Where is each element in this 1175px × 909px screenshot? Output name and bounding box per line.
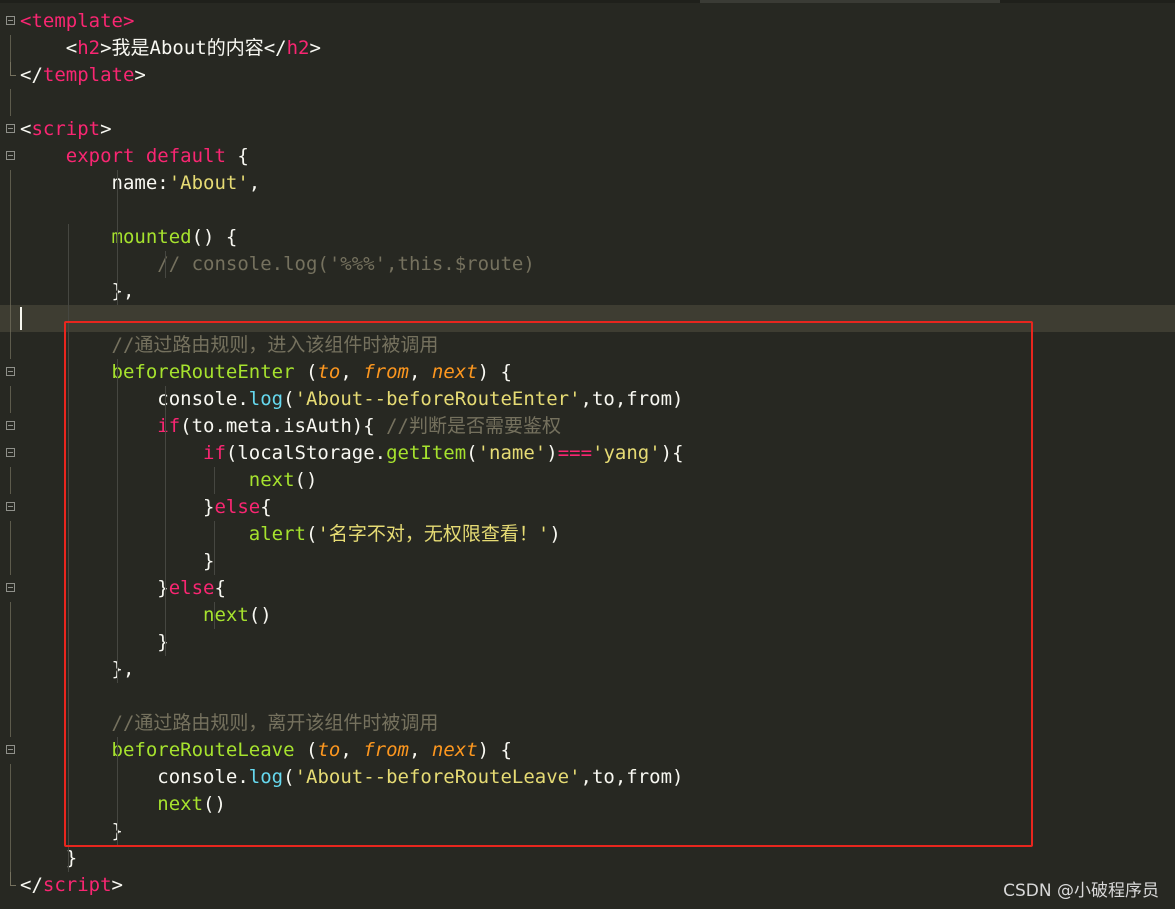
code-token: { bbox=[225, 145, 249, 167]
code-token: h2 bbox=[77, 37, 101, 59]
code-token: template bbox=[31, 10, 123, 32]
indent-guide bbox=[116, 170, 118, 305]
fold-line-marker bbox=[10, 278, 11, 305]
fold-toggle-icon[interactable] bbox=[6, 16, 15, 25]
code-text: mounted() { bbox=[20, 224, 238, 251]
code-token: < bbox=[20, 118, 32, 140]
fold-line-marker bbox=[10, 89, 11, 116]
code-line[interactable] bbox=[0, 197, 1175, 224]
code-text: <script> bbox=[20, 116, 112, 143]
code-line[interactable]: <h2>我是About的内容</h2> bbox=[0, 35, 1175, 62]
fold-line-marker bbox=[10, 386, 11, 413]
code-line[interactable] bbox=[0, 89, 1175, 116]
fold-line-marker bbox=[10, 818, 11, 845]
fold-line-marker bbox=[10, 845, 11, 872]
fold-line-marker bbox=[10, 629, 11, 656]
code-text: <template> bbox=[20, 8, 134, 35]
fold-line-marker bbox=[10, 602, 11, 629]
fold-line-marker bbox=[10, 710, 11, 737]
fold-end-marker bbox=[10, 872, 16, 886]
code-token: > bbox=[134, 64, 146, 86]
fold-line-marker bbox=[10, 764, 11, 791]
indent-guide bbox=[165, 251, 167, 278]
fold-line-marker bbox=[10, 467, 11, 494]
code-token: h2 bbox=[286, 37, 310, 59]
code-token: template bbox=[42, 64, 135, 86]
code-token: >我是About的内容</ bbox=[100, 37, 287, 59]
code-line[interactable]: export default { bbox=[0, 143, 1175, 170]
code-token: > bbox=[309, 37, 321, 59]
code-text: </script> bbox=[20, 872, 123, 899]
code-token: </ bbox=[20, 64, 43, 86]
code-line[interactable]: }, bbox=[0, 278, 1175, 305]
fold-toggle-icon[interactable] bbox=[6, 502, 15, 511]
code-line[interactable]: </template> bbox=[0, 62, 1175, 89]
code-token: 'About' bbox=[168, 172, 249, 194]
code-text: </template> bbox=[20, 62, 146, 89]
code-text: export default { bbox=[20, 143, 249, 170]
code-token: name: bbox=[20, 172, 169, 194]
fold-line-marker bbox=[10, 35, 11, 62]
fold-toggle-icon[interactable] bbox=[6, 124, 15, 133]
code-token: < bbox=[20, 37, 78, 59]
code-line[interactable]: <template> bbox=[0, 8, 1175, 35]
watermark: CSDN @小破程序员 bbox=[1003, 881, 1159, 901]
code-line[interactable]: mounted() { bbox=[0, 224, 1175, 251]
fold-line-marker bbox=[10, 170, 11, 197]
code-token: > bbox=[100, 118, 112, 140]
text-caret bbox=[20, 307, 22, 330]
fold-line-marker bbox=[10, 224, 11, 251]
fold-line-marker bbox=[10, 251, 11, 278]
code-line[interactable]: </script> bbox=[0, 872, 1175, 899]
code-token: // console.log('%%%',this.$route) bbox=[157, 253, 535, 275]
fold-line-marker bbox=[10, 332, 11, 359]
code-token: script bbox=[42, 874, 112, 896]
fold-toggle-icon[interactable] bbox=[6, 583, 15, 592]
fold-line-marker bbox=[10, 197, 11, 224]
fold-line-marker bbox=[10, 521, 11, 548]
code-token: , bbox=[248, 172, 261, 194]
fold-toggle-icon[interactable] bbox=[6, 367, 15, 376]
code-token: > bbox=[122, 10, 135, 32]
code-text: name:'About', bbox=[20, 170, 261, 197]
fold-line-marker bbox=[10, 656, 11, 683]
code-token: script bbox=[31, 118, 101, 140]
code-line[interactable]: // console.log('%%%',this.$route) bbox=[0, 251, 1175, 278]
code-line[interactable]: <script> bbox=[0, 116, 1175, 143]
fold-line-marker bbox=[10, 548, 11, 575]
code-token: () { bbox=[191, 226, 238, 248]
fold-toggle-icon[interactable] bbox=[6, 745, 15, 754]
code-token: </ bbox=[20, 874, 43, 896]
fold-toggle-icon[interactable] bbox=[6, 448, 15, 457]
code-text: <h2>我是About的内容</h2> bbox=[20, 35, 321, 62]
fold-line-marker bbox=[10, 791, 11, 818]
code-line[interactable]: name:'About', bbox=[0, 170, 1175, 197]
fold-end-marker bbox=[10, 62, 16, 76]
code-token: > bbox=[111, 874, 123, 896]
code-token: mounted bbox=[111, 226, 192, 248]
fold-toggle-icon[interactable] bbox=[6, 151, 15, 160]
code-token: export default bbox=[65, 145, 226, 167]
code-line[interactable]: } bbox=[0, 845, 1175, 872]
code-text: // console.log('%%%',this.$route) bbox=[20, 251, 535, 278]
fold-toggle-icon[interactable] bbox=[6, 421, 15, 430]
fold-line-marker bbox=[10, 305, 11, 332]
fold-line-marker bbox=[10, 683, 11, 710]
code-token: < bbox=[20, 10, 32, 32]
highlight-box bbox=[64, 321, 1033, 847]
